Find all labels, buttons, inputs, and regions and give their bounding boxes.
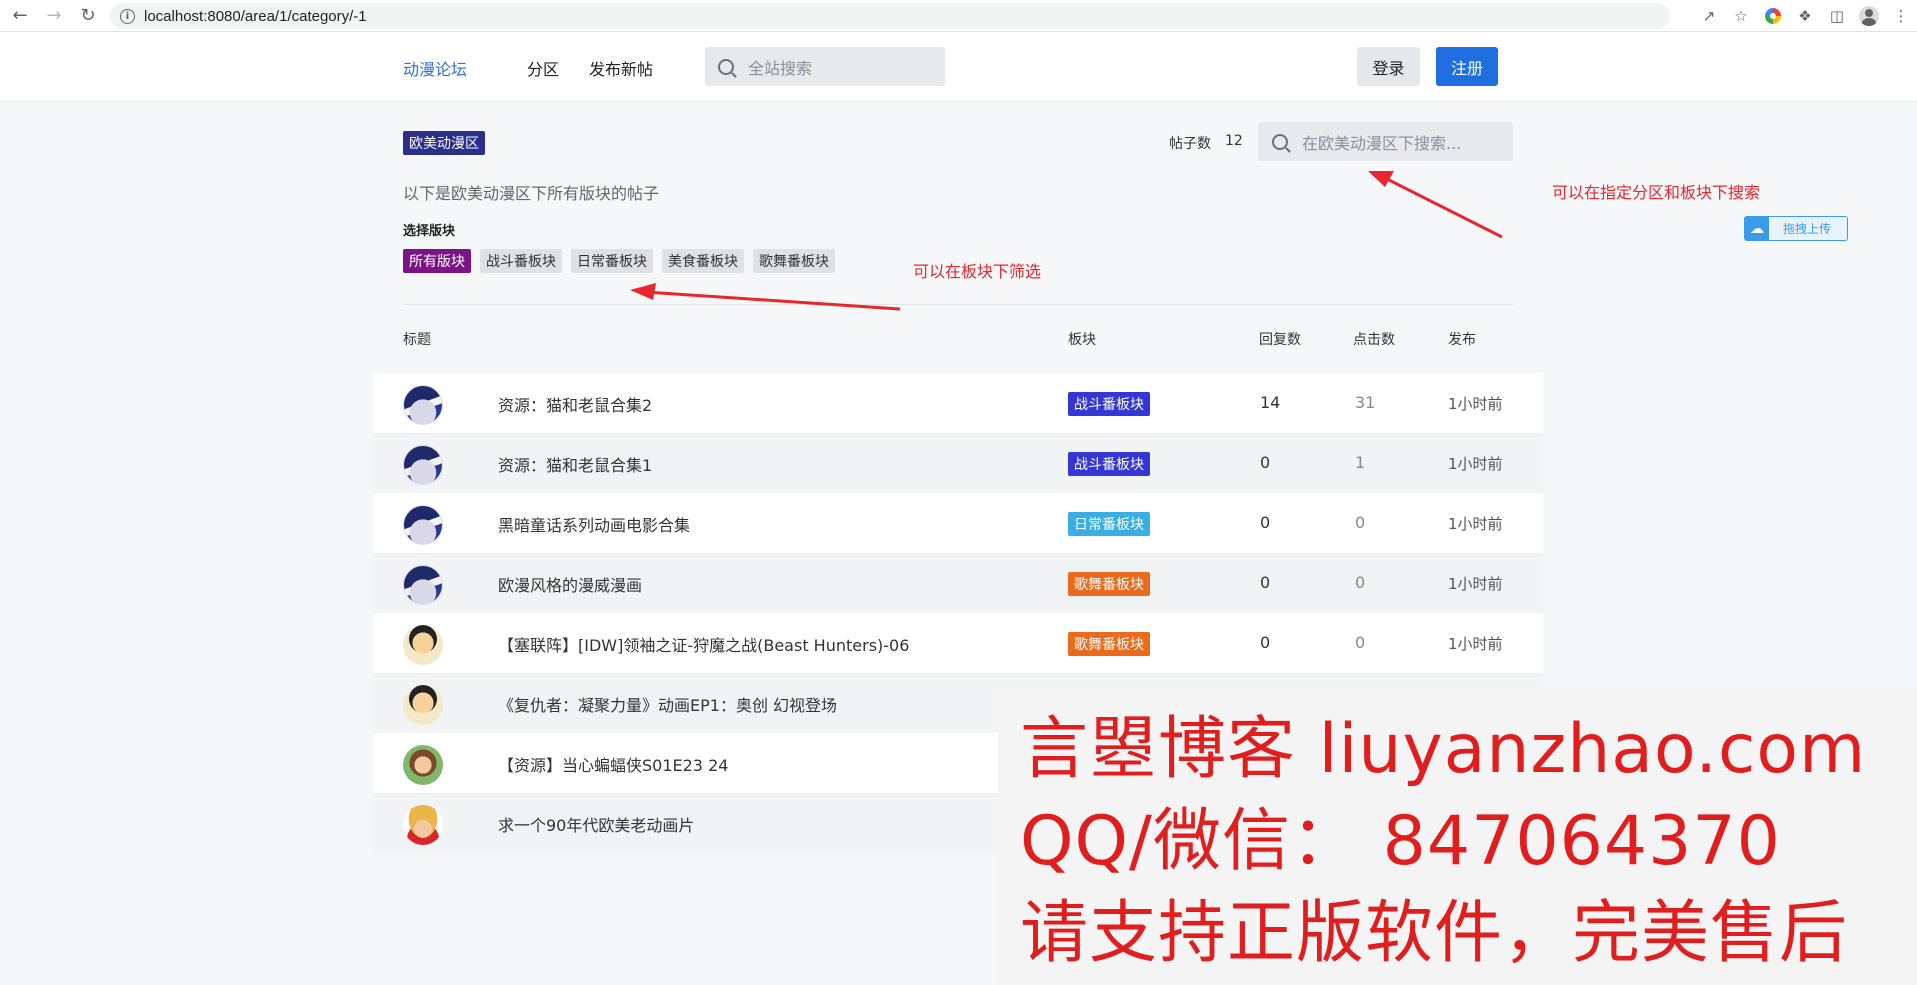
extension-colorful-icon[interactable]	[1757, 0, 1789, 32]
table-row[interactable]: 【塞联阵】[IDW]领袖之证-狩魔之战(Beast Hunters)-06 歌舞…	[373, 613, 1543, 673]
drag-upload-button[interactable]: ☁ 拖拽上传	[1744, 216, 1848, 241]
search-annotation: 可以在指定分区和板块下搜索	[1552, 183, 1761, 202]
click-count: 0	[1355, 573, 1366, 592]
avatar[interactable]	[403, 745, 443, 785]
watermark-line-1: 言曌博客 liuyanzhao.com	[1020, 710, 1867, 789]
header-title: 标题	[403, 332, 431, 348]
filter-dance-board[interactable]: 歌舞番板块	[753, 249, 835, 273]
post-title[interactable]: 【资源】当心蝙蝠侠S01E23 24	[498, 752, 728, 776]
filter-annotation: 可以在板块下筛选	[913, 262, 1042, 281]
global-search-placeholder: 全站搜索	[748, 58, 813, 78]
arrow-head-filter	[630, 283, 656, 300]
area-description: 以下是欧美动漫区下所有版块的帖子	[403, 184, 660, 203]
url-text: localhost:8080/area/1/category/-1	[144, 7, 367, 25]
sidepanel-icon[interactable]: ◫	[1821, 0, 1853, 32]
click-count: 0	[1355, 633, 1366, 652]
site-header: 动漫论坛 分区 发布新帖 全站搜索 登录 注册	[0, 32, 1917, 102]
post-count-value: 12	[1225, 133, 1243, 149]
area-badge: 欧美动漫区	[403, 131, 485, 155]
browser-toolbar: ← → ↻ i localhost:8080/area/1/category/-…	[0, 0, 1917, 32]
brand-link[interactable]: 动漫论坛	[403, 56, 467, 80]
filter-food-board[interactable]: 美食番板块	[662, 249, 744, 273]
publish-time: 1小时前	[1448, 575, 1503, 593]
reply-count: 0	[1260, 633, 1271, 652]
board-tag[interactable]: 战斗番板块	[1068, 452, 1150, 476]
post-title[interactable]: 欧漫风格的漫威漫画	[498, 572, 642, 596]
post-title[interactable]: 资源：猫和老鼠合集1	[498, 452, 652, 476]
puzzle-icon[interactable]: ❖	[1789, 0, 1821, 32]
info-icon[interactable]: i	[120, 8, 135, 24]
avatar[interactable]	[403, 685, 443, 725]
reply-count: 0	[1260, 453, 1271, 472]
menu-dots-icon[interactable]: ⋮	[1885, 0, 1917, 32]
board-tag[interactable]: 战斗番板块	[1068, 392, 1150, 416]
reload-icon[interactable]: ↻	[74, 2, 102, 30]
watermark-line-2: QQ/微信： 847064370	[1020, 802, 1781, 881]
arrow-head-search	[1368, 171, 1394, 187]
post-title[interactable]: 求一个90年代欧美老动画片	[498, 812, 694, 836]
drag-upload-label: 拖拽上传	[1783, 222, 1832, 236]
search-icon	[718, 58, 734, 75]
post-title[interactable]: 资源：猫和老鼠合集2	[498, 392, 652, 416]
avatar[interactable]	[403, 805, 443, 845]
avatar[interactable]	[403, 445, 443, 485]
board-tag[interactable]: 日常番板块	[1068, 512, 1150, 536]
filter-all-boards[interactable]: 所有版块	[403, 249, 471, 273]
nav-link-areas[interactable]: 分区	[527, 56, 559, 80]
reply-count: 0	[1260, 513, 1271, 532]
back-arrow-icon[interactable]: ←	[6, 2, 34, 30]
area-search-placeholder: 在欧美动漫区下搜索...	[1302, 133, 1462, 153]
arrow-line-search	[1384, 176, 1503, 239]
publish-time: 1小时前	[1448, 635, 1503, 653]
table-row[interactable]: 黑暗童话系列动画电影合集 日常番板块 0 0 1小时前	[373, 493, 1543, 553]
login-button[interactable]: 登录	[1357, 47, 1420, 86]
click-count: 31	[1355, 393, 1376, 412]
board-filters: 所有版块 战斗番板块 日常番板块 美食番板块 歌舞番板块	[403, 249, 844, 273]
header-board: 板块	[1068, 332, 1096, 348]
click-count: 0	[1355, 513, 1366, 532]
reply-count: 0	[1260, 573, 1271, 592]
post-title[interactable]: 【塞联阵】[IDW]领袖之证-狩魔之战(Beast Hunters)-06	[498, 632, 909, 656]
post-title[interactable]: 《复仇者：凝聚力量》动画EP1：奥创 幻视登场	[498, 692, 837, 716]
post-count-label: 帖子数	[1169, 136, 1211, 152]
search-icon	[1272, 133, 1288, 150]
post-title[interactable]: 黑暗童话系列动画电影合集	[498, 512, 690, 536]
filter-battle-board[interactable]: 战斗番板块	[480, 249, 562, 273]
cloud-upload-icon: ☁	[1745, 217, 1769, 240]
avatar[interactable]	[403, 385, 443, 425]
click-count: 1	[1355, 453, 1366, 472]
table-row[interactable]: 资源：猫和老鼠合集2 战斗番板块 14 31 1小时前	[373, 373, 1543, 433]
avatar[interactable]	[403, 505, 443, 545]
publish-time: 1小时前	[1448, 395, 1503, 413]
area-search-input[interactable]: 在欧美动漫区下搜索...	[1258, 122, 1513, 161]
header-replies: 回复数	[1259, 332, 1301, 348]
table-row[interactable]: 欧漫风格的漫威漫画 歌舞番板块 0 0 1小时前	[373, 553, 1543, 613]
publish-time: 1小时前	[1448, 515, 1503, 533]
publish-time: 1小时前	[1448, 455, 1503, 473]
header-published: 发布	[1448, 332, 1476, 348]
forward-arrow-icon[interactable]: →	[40, 2, 68, 30]
watermark-line-3: 请支持正版软件，完美售后	[1020, 894, 1849, 973]
star-icon[interactable]: ☆	[1725, 0, 1757, 32]
share-icon[interactable]: ↗	[1693, 0, 1725, 32]
address-bar[interactable]: i localhost:8080/area/1/category/-1	[110, 3, 1670, 29]
choose-board-label: 选择版块	[403, 224, 456, 239]
table-row[interactable]: 资源：猫和老鼠合集1 战斗番板块 0 1 1小时前	[373, 433, 1543, 493]
board-tag[interactable]: 歌舞番板块	[1068, 632, 1150, 656]
register-button[interactable]: 注册	[1436, 47, 1498, 86]
avatar[interactable]	[403, 565, 443, 605]
profile-icon[interactable]	[1853, 0, 1885, 32]
reply-count: 14	[1260, 393, 1281, 412]
header-clicks: 点击数	[1353, 332, 1395, 348]
watermark-overlay: 言曌博客 liuyanzhao.com QQ/微信： 847064370 请支持…	[998, 688, 1917, 985]
arrow-line-filter	[644, 290, 901, 311]
divider	[403, 304, 1513, 305]
filter-daily-board[interactable]: 日常番板块	[571, 249, 653, 273]
global-search-input[interactable]: 全站搜索	[705, 47, 945, 86]
avatar[interactable]	[403, 625, 443, 665]
nav-link-new-post[interactable]: 发布新帖	[589, 56, 653, 80]
board-tag[interactable]: 歌舞番板块	[1068, 572, 1150, 596]
